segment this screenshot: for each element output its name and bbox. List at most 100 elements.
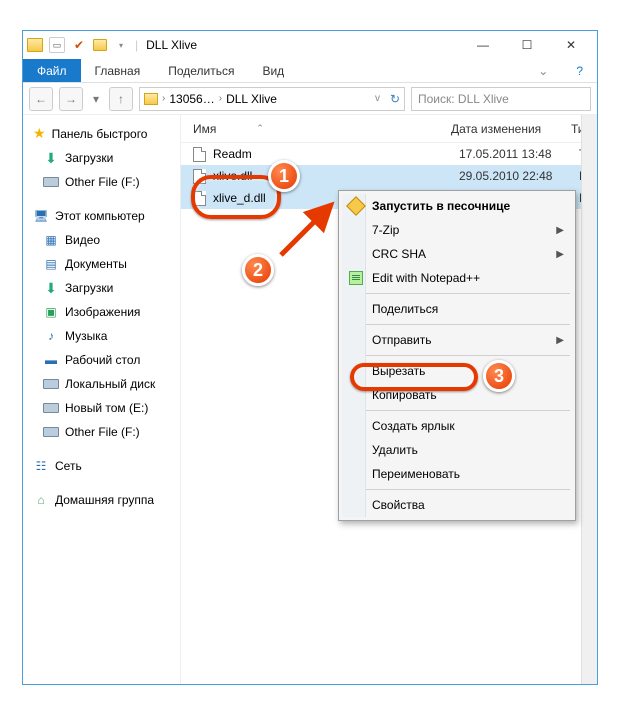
nav-homegroup[interactable]: ⌂ Домашняя группа	[23, 488, 180, 512]
star-icon: ★	[33, 125, 46, 142]
ctx-share[interactable]: Поделиться	[342, 297, 572, 321]
menu-separator	[344, 489, 570, 490]
nav-label: Локальный диск	[65, 377, 155, 391]
nav-new-volume[interactable]: Новый том (E:)	[23, 396, 180, 420]
file-name: Readm	[213, 147, 459, 161]
nav-label: Other File (F:)	[65, 425, 140, 439]
titlebar: ▭ ✔ ▾ | DLL Xlive — ☐ ✕	[23, 31, 597, 59]
nav-label: Новый том (E:)	[65, 401, 148, 415]
ribbon-tab-view[interactable]: Вид	[248, 59, 298, 82]
ribbon: Файл Главная Поделиться Вид ⌄ ?	[23, 59, 597, 83]
ctx-crcsha[interactable]: CRC SHA▶	[342, 242, 572, 266]
quick-access-toolbar: ▭ ✔ ▾	[27, 37, 129, 53]
download-icon: ⬇	[43, 150, 59, 166]
ctx-delete[interactable]: Удалить	[342, 438, 572, 462]
ribbon-tab-share[interactable]: Поделиться	[154, 59, 248, 82]
drive-icon	[43, 376, 59, 392]
col-date[interactable]: Дата изменения	[451, 122, 571, 136]
qat-dropdown-icon[interactable]: ▾	[113, 37, 129, 53]
nav-label: Панель быстрого	[52, 127, 148, 141]
close-button[interactable]: ✕	[549, 31, 593, 59]
nav-downloads-2[interactable]: ⬇Загрузки	[23, 276, 180, 300]
nav-recent-button[interactable]: ▾	[89, 87, 103, 111]
ctx-properties[interactable]: Свойства	[342, 493, 572, 517]
minimize-button[interactable]: —	[461, 31, 505, 59]
document-icon: ▤	[43, 256, 59, 272]
ribbon-help-icon[interactable]: ?	[562, 59, 597, 82]
nav-label: Видео	[65, 233, 100, 247]
addr-dropdown-icon[interactable]: v	[375, 93, 380, 104]
qat-check-icon[interactable]: ✔	[71, 37, 87, 53]
ctx-sandbox[interactable]: Запустить в песочнице	[342, 194, 572, 218]
ribbon-file-tab[interactable]: Файл	[23, 59, 81, 82]
col-name[interactable]: Имя⌃	[181, 122, 451, 136]
nav-pane: ★ Панель быстрого ⬇Загрузки Other File (F…	[23, 115, 181, 684]
nav-label: Сеть	[55, 459, 82, 473]
ctx-copy[interactable]: Копировать	[342, 383, 572, 407]
menu-separator	[344, 355, 570, 356]
menu-separator	[344, 324, 570, 325]
addr-folder-icon	[144, 93, 158, 105]
nav-label: Изображения	[65, 305, 140, 319]
file-icon	[191, 190, 207, 206]
nav-music[interactable]: ♪ Музыка	[23, 324, 180, 348]
callout-2: 2	[242, 254, 274, 286]
search-placeholder: Поиск: DLL Xlive	[418, 92, 509, 106]
chevron-right-icon: ▶	[556, 335, 564, 346]
ribbon-expand-icon[interactable]: ⌄	[524, 59, 562, 82]
nav-forward-button[interactable]: →	[59, 87, 83, 111]
scrollbar[interactable]	[581, 115, 597, 684]
nav-pictures[interactable]: ▣ Изображения	[23, 300, 180, 324]
nav-documents[interactable]: ▤Документы	[23, 252, 180, 276]
search-input[interactable]: Поиск: DLL Xlive	[411, 87, 591, 111]
nav-label: Домашняя группа	[55, 493, 154, 507]
file-row[interactable]: Readm 17.05.2011 13:48 Те	[181, 143, 597, 165]
music-icon: ♪	[43, 328, 59, 344]
nav-label: Музыка	[65, 329, 107, 343]
nav-desktop[interactable]: ▬Рабочий стол	[23, 348, 180, 372]
callout-1: 1	[268, 160, 300, 192]
ctx-shortcut[interactable]: Создать ярлык	[342, 414, 572, 438]
ribbon-tab-home[interactable]: Главная	[81, 59, 155, 82]
nav-this-pc[interactable]: 🖥Этот компьютер	[23, 204, 180, 228]
address-row: ← → ▾ ↑ › 13056… › DLL Xlive v ↻ Поиск: …	[23, 83, 597, 115]
drive-icon	[43, 174, 59, 190]
sort-asc-icon: ⌃	[256, 123, 264, 134]
ctx-notepadpp[interactable]: Edit with Notepad++	[342, 266, 572, 290]
nav-other-file[interactable]: Other File (F:)	[23, 170, 180, 194]
ctx-cut[interactable]: Вырезать	[342, 359, 572, 383]
file-icon	[191, 168, 207, 184]
ctx-7zip[interactable]: 7-Zip▶	[342, 218, 572, 242]
nav-quick-access[interactable]: ★ Панель быстрого	[23, 121, 180, 146]
chevron-right-icon[interactable]: ›	[219, 93, 222, 104]
nav-downloads[interactable]: ⬇Загрузки	[23, 146, 180, 170]
nav-local-disk[interactable]: Локальный диск	[23, 372, 180, 396]
breadcrumb-2[interactable]: DLL Xlive	[226, 92, 277, 106]
notepadpp-icon	[348, 270, 364, 286]
drive-icon	[43, 424, 59, 440]
download-icon: ⬇	[43, 280, 59, 296]
titlebar-separator: |	[135, 38, 138, 52]
ctx-sendto[interactable]: Отправить▶	[342, 328, 572, 352]
nav-back-button[interactable]: ←	[29, 87, 53, 111]
maximize-button[interactable]: ☐	[505, 31, 549, 59]
qat-properties-icon[interactable]: ▭	[49, 37, 65, 53]
qat-folder-icon[interactable]	[93, 39, 107, 51]
nav-up-button[interactable]: ↑	[109, 87, 133, 111]
nav-other-file-2[interactable]: Other File (F:)	[23, 420, 180, 444]
file-date: 17.05.2011 13:48	[459, 147, 579, 161]
breadcrumb-1[interactable]: 13056…	[169, 92, 214, 106]
file-row[interactable]: xlive.dll 29.05.2010 22:48 Ра	[181, 165, 597, 187]
file-icon	[191, 146, 207, 162]
column-headers: Имя⌃ Дата изменения Ти	[181, 115, 597, 143]
pictures-icon: ▣	[43, 304, 59, 320]
homegroup-icon: ⌂	[33, 492, 49, 508]
address-bar[interactable]: › 13056… › DLL Xlive v ↻	[139, 87, 405, 111]
chevron-right-icon[interactable]: ›	[162, 93, 165, 104]
nav-network[interactable]: ☷Сеть	[23, 454, 180, 478]
monitor-icon: 🖥	[33, 208, 49, 224]
context-menu: Запустить в песочнице 7-Zip▶ CRC SHA▶ Ed…	[338, 190, 576, 521]
refresh-icon[interactable]: ↻	[390, 92, 400, 106]
ctx-rename[interactable]: Переименовать	[342, 462, 572, 486]
nav-videos[interactable]: ▦Видео	[23, 228, 180, 252]
